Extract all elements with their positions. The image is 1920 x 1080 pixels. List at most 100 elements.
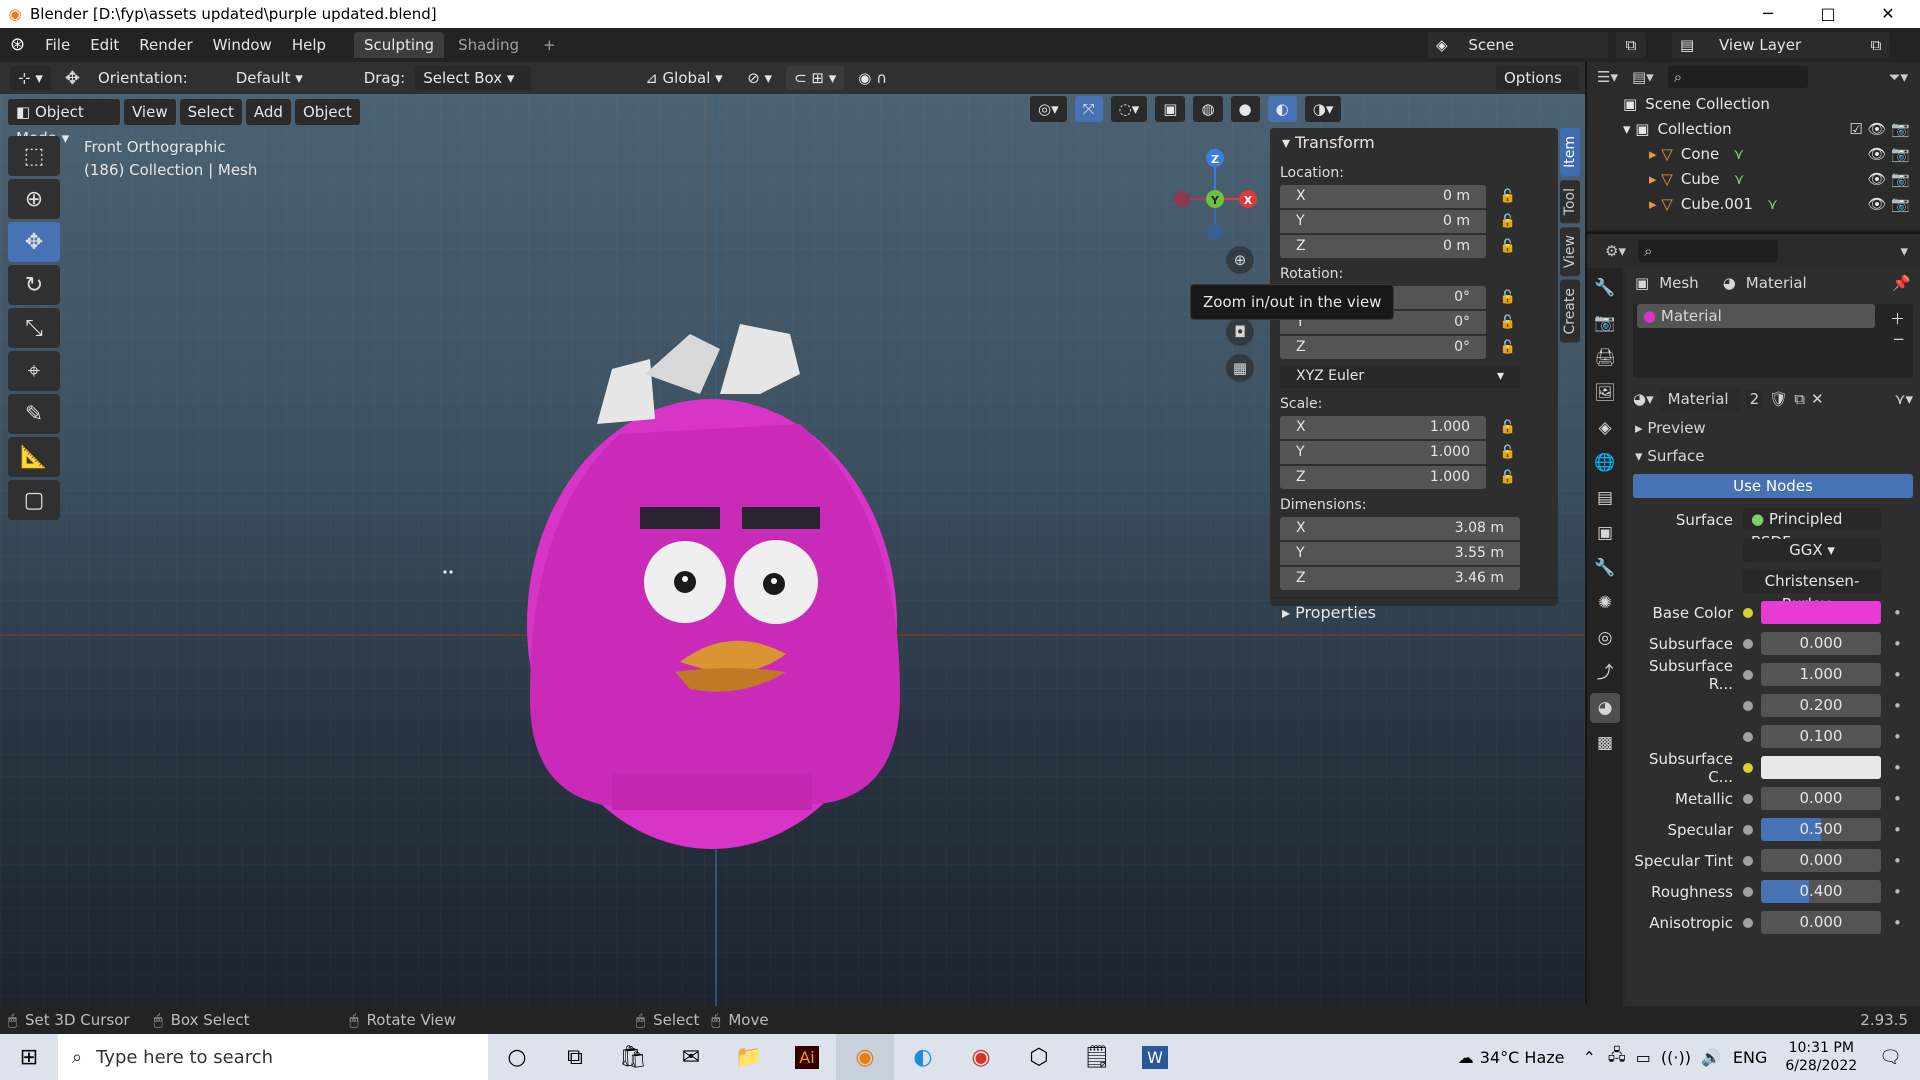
socket-icon[interactable] [1743, 762, 1753, 773]
weather-text[interactable]: 34°C Haze [1480, 1048, 1565, 1067]
windows-start-icon[interactable]: ⊞ [0, 1034, 58, 1080]
driver-dot-icon[interactable]: • [1893, 666, 1902, 684]
mail-icon[interactable]: ✉ [662, 1034, 720, 1080]
lock-icon[interactable]: 🔓 [1496, 290, 1520, 305]
subsurface-method-dropdown[interactable]: Christensen-Burley ▾ [1743, 570, 1881, 613]
surface-shader-field[interactable]: ● Principled BSDF [1743, 508, 1881, 551]
texture-tab-icon[interactable]: ▩ [1590, 728, 1620, 758]
driver-dot-icon[interactable]: • [1893, 728, 1902, 746]
menu-view[interactable]: View [124, 99, 176, 125]
cursor-icon[interactable]: ⊕ [8, 179, 60, 219]
measure-icon[interactable]: 📐 [8, 437, 60, 477]
surface-panel-header[interactable]: ▾ Surface [1625, 442, 1920, 470]
solid-shading-icon[interactable]: ● [1230, 96, 1260, 122]
mode-dropdown[interactable]: ◧ Object Mode ▾ [8, 99, 120, 147]
wifi-icon[interactable]: ((·)) [1661, 1048, 1691, 1067]
tab-shading[interactable]: Shading [448, 32, 529, 58]
material-name-field[interactable]: Material [1659, 387, 1740, 411]
lock-icon[interactable]: 🔓 [1496, 420, 1520, 435]
move-icon[interactable]: ✥ [8, 222, 60, 262]
new-view-layer-icon[interactable]: ⧉ [1862, 32, 1890, 58]
view-layer-tab-icon[interactable]: 🖼 [1590, 378, 1620, 408]
scale-z-field[interactable]: Z 1.000 [1280, 466, 1486, 489]
scene-tab-icon[interactable]: ◈ [1590, 413, 1620, 443]
taskbar-search-input[interactable]: ⌕ Type here to search [58, 1034, 488, 1080]
visibility-eye-icon[interactable]: 👁 📷 [1868, 142, 1911, 167]
add-workspace-button[interactable]: + [533, 32, 566, 58]
remove-slot-icon[interactable]: − [1892, 330, 1905, 348]
scale-icon[interactable]: ⤡ [8, 308, 60, 348]
rotation-mode-dropdown[interactable]: XYZ Euler ▾ [1280, 365, 1520, 388]
battery-icon[interactable]: ▭ [1636, 1048, 1651, 1067]
driver-dot-icon[interactable]: • [1893, 697, 1902, 715]
outliner-collection[interactable]: ▾ ▣ Collection ☑ 👁 📷 [1587, 117, 1920, 142]
bsdf-input-value[interactable]: 0.200 [1761, 694, 1881, 717]
tab-sculpting[interactable]: Sculpting [354, 32, 445, 58]
options-dropdown[interactable]: Options ▾ [1496, 66, 1579, 111]
socket-icon[interactable] [1743, 607, 1753, 618]
socket-icon[interactable] [1743, 638, 1753, 649]
tab-view[interactable]: View [1560, 227, 1580, 277]
wireframe-shading-icon[interactable]: ◍ [1193, 96, 1223, 122]
display-mode-icon[interactable]: ▤▾ [1632, 68, 1654, 86]
visibility-eye-icon[interactable]: 👁 📷 [1868, 192, 1911, 217]
visibility-icon[interactable]: ◎▾ [1030, 96, 1067, 122]
menu-help[interactable]: Help [282, 28, 336, 62]
driver-dot-icon[interactable]: • [1893, 604, 1902, 622]
chevron-up-icon[interactable]: ⌃ [1583, 1048, 1596, 1067]
world-tab-icon[interactable]: 🌐 [1590, 448, 1620, 478]
annotate-icon[interactable]: ✎ [8, 394, 60, 434]
driver-dot-icon[interactable]: • [1893, 790, 1902, 808]
lock-icon[interactable]: 🔓 [1496, 470, 1520, 485]
store-icon[interactable]: 🛍 [604, 1034, 662, 1080]
notepad-icon[interactable]: 🗒 [1068, 1034, 1126, 1080]
close-button[interactable]: ✕ [1860, 0, 1916, 28]
add-slot-icon[interactable]: ＋ [1890, 308, 1905, 329]
blender-menu-icon[interactable]: ⊛ [0, 28, 35, 62]
location-x-field[interactable]: X0 m [1280, 185, 1486, 208]
clock[interactable]: 10:31 PM 6/28/2022 [1785, 1039, 1857, 1075]
properties-editor-icon[interactable]: ⚙▾ [1605, 242, 1626, 260]
tab-tool[interactable]: Tool [1560, 179, 1580, 224]
node-link-icon[interactable]: ⋎▾ [1894, 390, 1913, 408]
menu-edit[interactable]: Edit [80, 28, 129, 62]
grid-view-icon[interactable]: ▦ [1226, 354, 1254, 382]
filter-icon[interactable]: ⏷▾ [1888, 68, 1908, 86]
camera-view-icon[interactable]: ◘ [1226, 318, 1254, 346]
outliner-scene-collection[interactable]: ▣ Scene Collection [1587, 92, 1920, 117]
object-tab-icon[interactable]: ▣ [1590, 518, 1620, 548]
modifier-tab-icon[interactable]: 🔧 [1590, 553, 1620, 583]
lock-icon[interactable]: 🔓 [1496, 189, 1520, 204]
language-indicator[interactable]: ENG [1733, 1048, 1767, 1067]
rotation-z-field[interactable]: Z 0° [1280, 336, 1486, 359]
chevron-down-icon[interactable]: ▾ [1900, 242, 1908, 260]
menu-select[interactable]: Select [179, 99, 242, 125]
outliner-item-cube-001[interactable]: ▸ ▽ Cube.001 ⋎ 👁 📷 [1587, 192, 1920, 217]
lock-icon[interactable]: 🔓 [1496, 214, 1520, 229]
socket-icon[interactable] [1743, 793, 1753, 804]
bsdf-input-value[interactable]: 0.400 [1761, 880, 1881, 903]
bsdf-input-value[interactable]: 0.000 [1761, 632, 1881, 655]
socket-icon[interactable] [1743, 855, 1753, 866]
task-view-icon[interactable]: ⧉ [546, 1034, 604, 1080]
outliner-search-input[interactable]: ⌕ [1667, 66, 1808, 88]
tab-create[interactable]: Create [1560, 280, 1580, 343]
word-icon[interactable]: W [1126, 1034, 1184, 1080]
outliner-item-cone[interactable]: ▸ ▽ Cone ⋎ 👁 📷 [1587, 142, 1920, 167]
dimensions-z-field[interactable]: Z 3.46 m [1280, 567, 1520, 590]
material-slot[interactable]: ● Material [1637, 304, 1875, 328]
lock-icon[interactable]: 🔓 [1496, 315, 1520, 330]
properties-panel-header[interactable]: ▸ Properties [1270, 597, 1558, 627]
bsdf-input-value[interactable] [1761, 756, 1881, 779]
tab-item[interactable]: Item [1560, 128, 1580, 176]
driver-dot-icon[interactable]: • [1893, 759, 1902, 777]
transform-panel-header[interactable]: ▾ Transform [1270, 128, 1558, 158]
bsdf-input-value[interactable]: 1.000 [1761, 663, 1881, 686]
collection-tab-icon[interactable]: ▤ [1590, 483, 1620, 513]
transform-icon[interactable]: ⌖ [8, 351, 60, 391]
pivot-icon[interactable]: ⊘ ▾ [739, 66, 780, 90]
menu-window[interactable]: Window [203, 28, 282, 62]
socket-icon[interactable] [1743, 700, 1753, 711]
lock-icon[interactable]: 🔓 [1496, 239, 1520, 254]
socket-icon[interactable] [1743, 824, 1753, 835]
